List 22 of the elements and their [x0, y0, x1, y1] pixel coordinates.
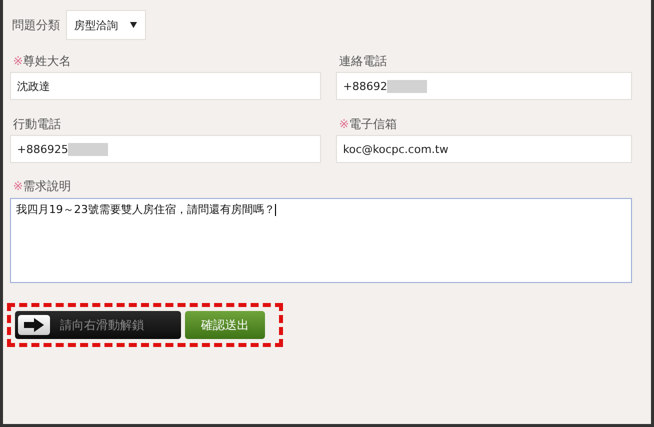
required-mark: ※: [339, 117, 350, 131]
message-textarea[interactable]: 我四月19～23號需要雙人房住宿，請問還有房間嗎？: [10, 198, 632, 283]
input-field[interactable]: 沈政達: [10, 72, 321, 100]
field-label: 需求說明: [23, 178, 72, 194]
field-label: 電子信箱: [349, 116, 398, 132]
category-label: 問題分類: [12, 16, 60, 34]
caret-icon: [130, 22, 137, 28]
input-field[interactable]: +886925: [10, 135, 321, 163]
field-label: 行動電話: [13, 116, 61, 132]
field-label: 尊姓大名: [23, 52, 72, 70]
input-field[interactable]: +88692: [336, 72, 632, 100]
field-label: 連絡電話: [339, 52, 387, 70]
redaction-mark: [68, 142, 108, 156]
required-mark: ※: [13, 54, 24, 68]
submit-button[interactable]: 確認送出: [185, 311, 265, 339]
input-field[interactable]: koc@kocpc.com.tw: [336, 135, 632, 163]
required-mark: ※: [13, 179, 24, 193]
arrow-right-icon: [24, 318, 44, 332]
redaction-mark: [387, 80, 428, 92]
slider-handle[interactable]: [18, 315, 50, 335]
category-dropdown[interactable]: 房型洽詢: [66, 10, 146, 40]
slide-to-unlock-slider[interactable]: 請向右滑動解鎖: [15, 311, 181, 339]
